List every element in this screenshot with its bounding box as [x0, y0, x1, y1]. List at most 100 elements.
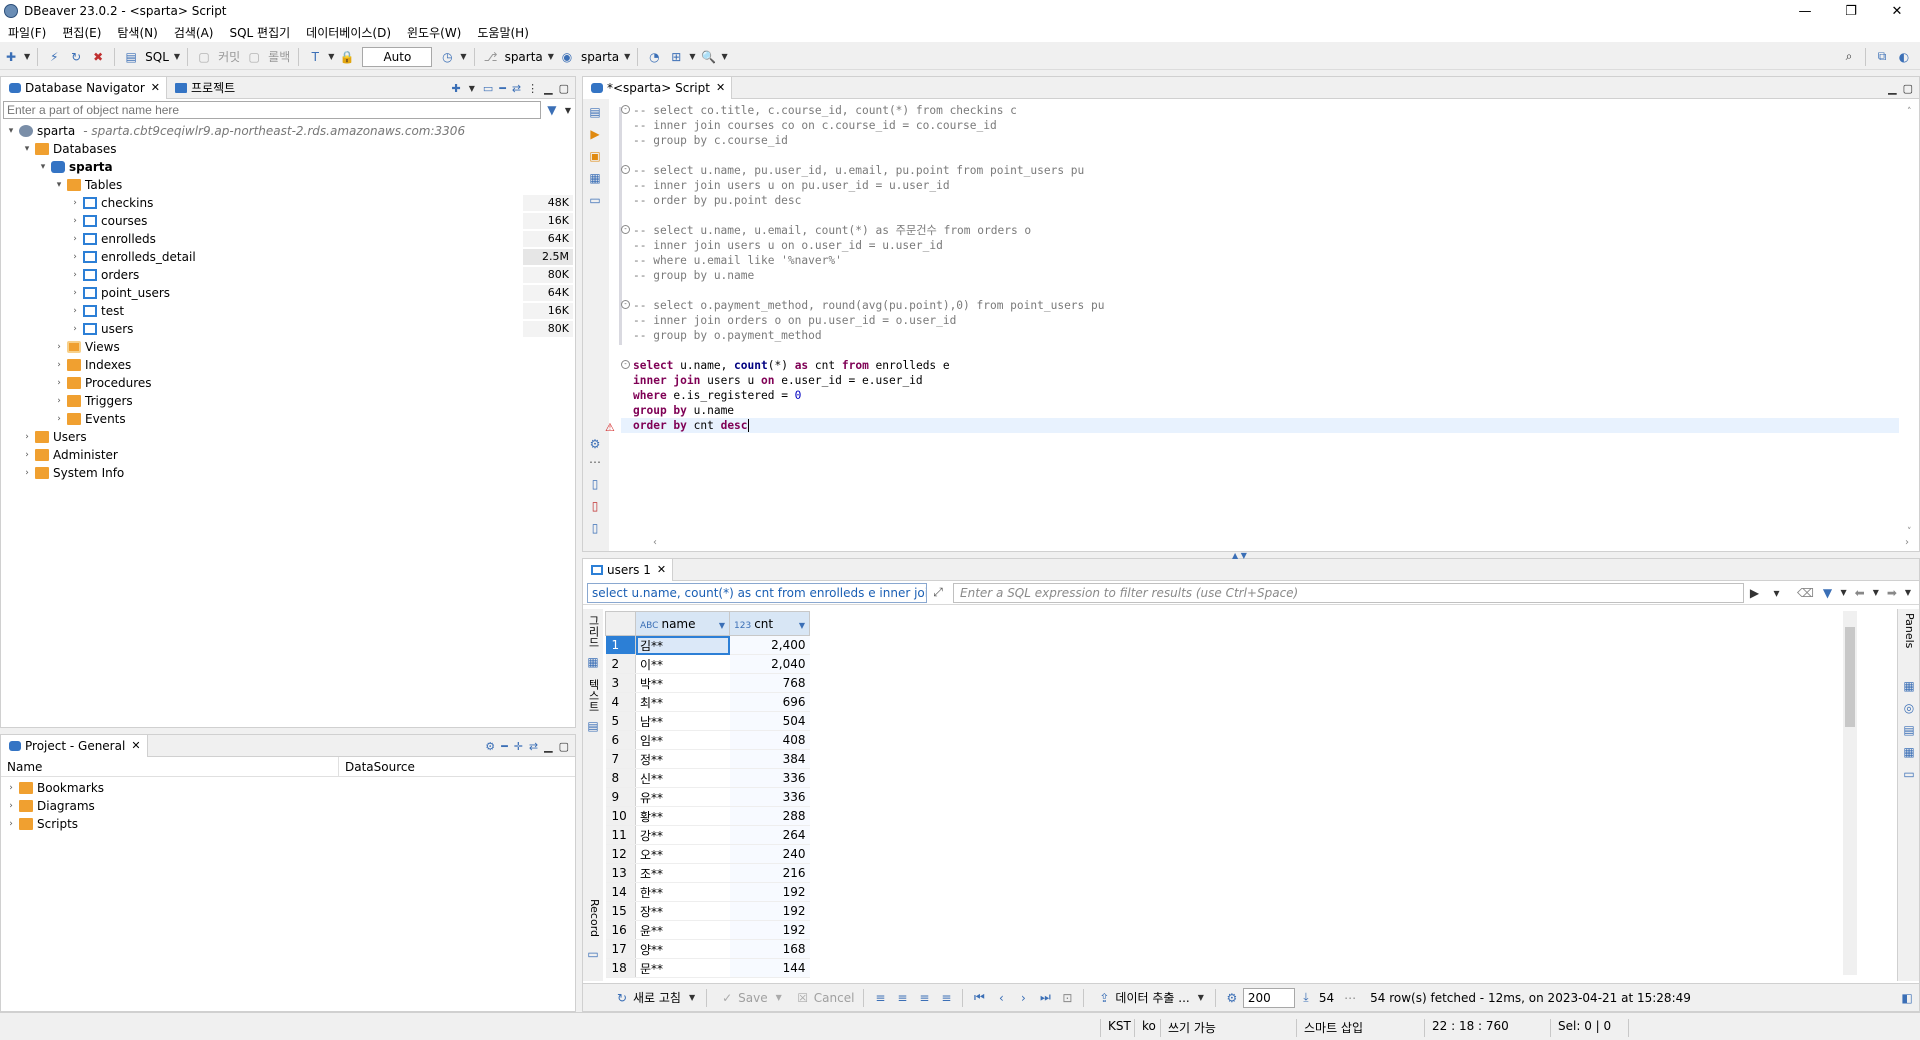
settings-gear-icon[interactable]: ⚙ — [485, 740, 495, 753]
column-header-name[interactable]: ABC name ▼ — [635, 611, 730, 636]
cell-cnt[interactable]: 336 — [729, 768, 810, 788]
apply-filter-icon[interactable]: ▶ — [1747, 585, 1763, 601]
cell-name[interactable]: 문** — [635, 958, 730, 978]
chevron-right-icon[interactable]: › — [69, 270, 81, 280]
tree-indexes[interactable]: › Indexes — [1, 356, 575, 374]
close-icon[interactable]: ✕ — [151, 81, 160, 94]
filter-dropdown-icon[interactable]: ▼ — [1841, 588, 1847, 597]
cell-name[interactable]: 이** — [635, 654, 730, 674]
new-connection-dropdown-icon[interactable]: ▼ — [24, 52, 30, 61]
result-filter-input[interactable]: Enter a SQL expression to filter results… — [953, 582, 1744, 603]
copy-row-icon[interactable]: ≡ — [916, 990, 932, 1006]
erd-icon[interactable]: ⊞ — [668, 49, 684, 65]
new-folder-icon[interactable]: ▭ — [483, 82, 493, 95]
sql-editor-icon[interactable]: ▤ — [123, 49, 139, 65]
fetch-all-icon[interactable]: ⊡ — [1059, 990, 1075, 1006]
cell-cnt[interactable]: 696 — [729, 692, 810, 712]
chevron-down-icon[interactable]: ▾ — [21, 144, 33, 154]
chevron-right-icon[interactable]: › — [69, 216, 81, 226]
cell-cnt[interactable]: 192 — [729, 901, 810, 921]
tree-system-info[interactable]: › System Info — [1, 464, 575, 482]
sql-code-area[interactable]: - -- select co.title, c.course_id, count(… — [621, 103, 1899, 433]
cell-cnt[interactable]: 504 — [729, 711, 810, 731]
console-icon[interactable]: ▭ — [588, 193, 602, 207]
maximize-panel-icon[interactable]: ▢ — [559, 740, 569, 753]
cell-name[interactable]: 강** — [635, 825, 730, 845]
dashboard-icon[interactable]: ◔ — [646, 49, 662, 65]
schema-dropdown-icon[interactable]: ▼ — [624, 52, 630, 61]
table-row[interactable]: 11 강** 264 — [605, 825, 810, 845]
grouping-icon[interactable]: ▭ — [1902, 767, 1916, 781]
cell-name[interactable]: 한** — [635, 882, 730, 902]
connect-icon[interactable]: ⚡ — [46, 49, 62, 65]
fetch-limit-input[interactable]: 200 — [1242, 987, 1295, 1008]
tab-projects[interactable]: 프로젝트 — [167, 77, 241, 99]
export-dropdown-icon[interactable]: ▼ — [1198, 993, 1204, 1002]
tab-project-general[interactable]: Project - General ✕ — [1, 734, 148, 757]
grid-icon[interactable]: ▦ — [586, 655, 600, 669]
collapse-all-icon[interactable]: ━ — [501, 740, 508, 753]
cell-name[interactable]: 조** — [635, 863, 730, 883]
menu-window[interactable]: 윈도우(W) — [399, 24, 469, 41]
execute-script-icon[interactable]: ▶ — [588, 127, 602, 141]
table-row[interactable]: 13 조** 216 — [605, 863, 810, 883]
chevron-right-icon[interactable]: › — [69, 288, 81, 298]
menu-database[interactable]: 데이터베이스(D) — [298, 24, 399, 41]
table-row[interactable]: 7 정** 384 — [605, 749, 810, 769]
tree-procedures[interactable]: › Procedures — [1, 374, 575, 392]
fold-icon[interactable]: - — [621, 360, 630, 369]
tree-administer[interactable]: › Administer — [1, 446, 575, 464]
cell-name[interactable]: 유** — [635, 787, 730, 807]
commit-icon[interactable]: ▢ — [196, 49, 212, 65]
chevron-right-icon[interactable]: › — [21, 450, 33, 460]
datasource-dropdown-icon[interactable]: ▼ — [548, 52, 554, 61]
export-data-button[interactable]: ⇪ 데이터 추출 ... ▼ — [1093, 989, 1205, 1006]
menu-search[interactable]: 검색(A) — [166, 24, 222, 41]
results-vertical-scrollbar[interactable] — [1843, 611, 1857, 975]
chevron-right-icon[interactable]: › — [21, 468, 33, 478]
maximize-panel-icon[interactable]: ▢ — [1903, 82, 1913, 95]
table-row[interactable]: 15 장** 192 — [605, 901, 810, 921]
filter-icon[interactable]: ▼ — [1820, 585, 1836, 601]
save-dropdown-icon[interactable]: ▼ — [776, 993, 782, 1002]
lock-icon[interactable]: 🔒 — [339, 49, 355, 65]
forward-dropdown-icon[interactable]: ▼ — [1905, 588, 1911, 597]
cell-name[interactable]: 황** — [635, 806, 730, 826]
link-editor-icon[interactable]: ⇄ — [529, 740, 538, 753]
cell-name[interactable]: 임** — [635, 730, 730, 750]
record-icon[interactable]: ▭ — [586, 947, 600, 961]
close-icon[interactable]: ✕ — [716, 81, 725, 94]
editor-results-sash[interactable]: ▲ ▼ — [1232, 551, 1247, 560]
cell-cnt[interactable]: 2,400 — [729, 635, 810, 655]
table-row[interactable]: 4 최** 696 — [605, 692, 810, 712]
settings-gear-icon[interactable]: ⚙ — [588, 437, 602, 451]
calc-icon[interactable]: ▦ — [1902, 745, 1916, 759]
minimize-panel-icon[interactable]: ▁ — [1888, 82, 1896, 95]
active-schema-selector[interactable]: sparta — [581, 50, 619, 64]
tree-bookmarks[interactable]: › Bookmarks — [1, 779, 575, 797]
object-filter-input[interactable] — [3, 101, 541, 119]
more-icon[interactable]: ⋯ — [588, 455, 602, 469]
chevron-right-icon[interactable]: › — [69, 198, 81, 208]
global-search-icon[interactable]: ⌕ — [1841, 49, 1857, 65]
filter-icon[interactable]: ▼ — [544, 102, 560, 118]
new-connection-dropdown-icon[interactable]: ▼ — [469, 84, 475, 93]
view-menu-icon[interactable]: ⋮ — [527, 82, 538, 95]
search-tool-dropdown-icon[interactable]: ▼ — [721, 52, 727, 61]
column-header-name[interactable]: Name — [1, 756, 339, 777]
tab-text-view[interactable]: 텍스트 — [585, 679, 601, 712]
table-row[interactable]: 6 임** 408 — [605, 730, 810, 750]
transaction-mode-icon[interactable]: T — [307, 49, 323, 65]
tree-schema-sparta[interactable]: ▾ sparta — [1, 158, 575, 176]
table-row[interactable]: 16 윤** 192 — [605, 920, 810, 940]
cell-name[interactable]: 윤** — [635, 920, 730, 940]
erd-dropdown-icon[interactable]: ▼ — [689, 52, 695, 61]
editor-hscroll[interactable]: ‹ › — [653, 537, 1909, 548]
cell-cnt[interactable]: 144 — [729, 958, 810, 978]
row-count-icon[interactable]: ⤓ — [1298, 990, 1314, 1006]
scrollbar-thumb[interactable] — [1845, 627, 1855, 727]
chevron-down-icon[interactable]: ▾ — [53, 180, 65, 190]
tree-table-enrolleds-detail[interactable]: › enrolleds_detail 2.5M — [1, 248, 575, 266]
references-icon[interactable]: ▤ — [1902, 723, 1916, 737]
tab-results-users-1[interactable]: users 1 ✕ — [583, 558, 674, 581]
